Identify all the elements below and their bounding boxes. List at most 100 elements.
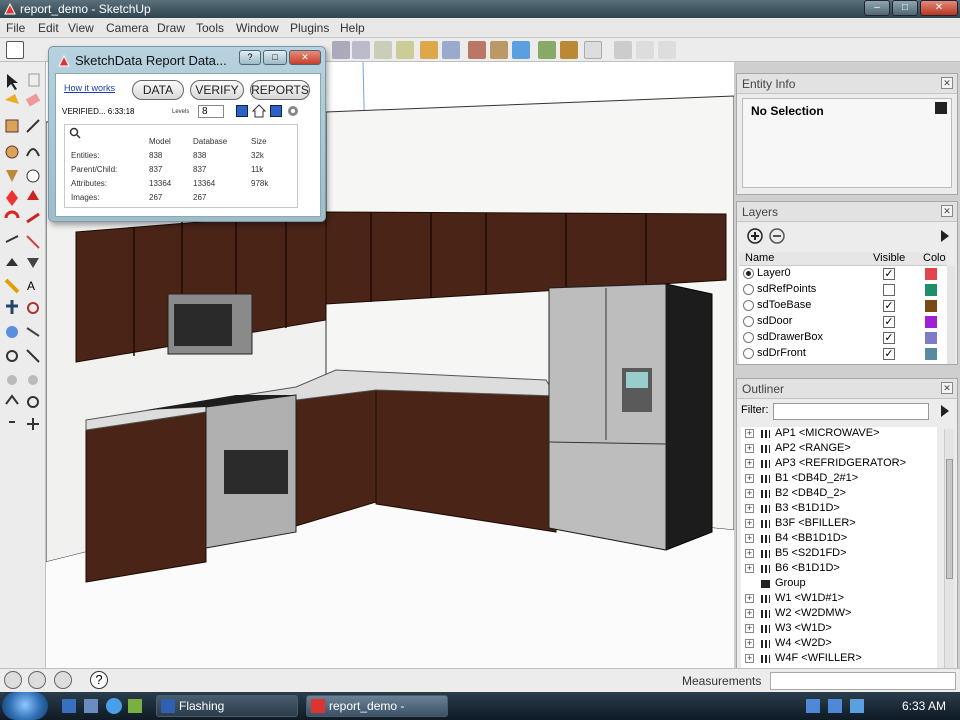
outliner-item-label[interactable]: B4 <BB1D1D> xyxy=(775,532,847,544)
user-icon[interactable] xyxy=(54,671,72,689)
outliner-item-label[interactable]: W3 <W1D> xyxy=(775,622,832,634)
visible-checkbox[interactable] xyxy=(883,284,895,296)
expand-icon[interactable]: + xyxy=(745,564,754,573)
filter-input[interactable] xyxy=(773,403,929,420)
menu-view[interactable]: View xyxy=(68,21,94,35)
close-icon[interactable]: ✕ xyxy=(941,77,953,89)
menu-window[interactable]: Window xyxy=(236,21,279,35)
help-icon[interactable]: ? xyxy=(90,671,108,689)
save-icon[interactable] xyxy=(270,105,282,117)
outliner-item[interactable]: + W3 <W1D> xyxy=(741,622,937,637)
credits-icon[interactable] xyxy=(28,671,46,689)
outliner-item-label[interactable]: AP1 <MICROWAVE> xyxy=(775,427,880,439)
network-icon[interactable] xyxy=(806,699,820,713)
layer-row[interactable]: sdDrFront ✓ xyxy=(739,346,947,362)
close-button[interactable]: ✕ xyxy=(920,0,958,16)
col-visible[interactable]: Visible xyxy=(873,252,905,264)
col-color[interactable]: Colo xyxy=(923,252,946,264)
collapse-icon[interactable] xyxy=(935,102,947,114)
menu-plugins[interactable]: Plugins xyxy=(290,21,329,35)
outliner-item[interactable]: + B3 <B1D1D> xyxy=(741,502,937,517)
paint-icon[interactable] xyxy=(442,41,460,59)
outliner-scrollbar[interactable] xyxy=(944,429,954,669)
expand-icon[interactable]: + xyxy=(745,534,754,543)
outliner-item[interactable]: + W2 <W2DMW> xyxy=(741,607,937,622)
outliner-item-label[interactable]: W1 <W1D#1> xyxy=(775,592,844,604)
orbit-icon[interactable] xyxy=(332,41,350,59)
layer-name[interactable]: sdDoor xyxy=(757,315,792,327)
volume-icon[interactable] xyxy=(828,699,842,713)
outliner-item[interactable]: + W1 <W1D#1> xyxy=(741,592,937,607)
reports-button[interactable]: REPORTS xyxy=(250,80,310,100)
how-it-works-link[interactable]: How it works xyxy=(64,83,115,93)
active-layer-radio[interactable] xyxy=(743,284,754,295)
remove-layer-icon[interactable] xyxy=(769,228,785,244)
layer-row[interactable]: sdRefPoints xyxy=(739,282,947,298)
top-view-icon[interactable] xyxy=(374,41,392,59)
iso-view-icon[interactable] xyxy=(352,41,370,59)
outliner-header[interactable]: Outliner ✕ xyxy=(737,379,957,399)
menu-help[interactable]: Help xyxy=(340,21,365,35)
expand-icon[interactable]: + xyxy=(745,594,754,603)
data-button[interactable]: DATA xyxy=(132,80,184,100)
share-icon[interactable] xyxy=(560,41,578,59)
active-layer-radio[interactable] xyxy=(743,332,754,343)
task-sketchup[interactable]: report_demo - Sketc... xyxy=(306,695,448,720)
dialog-restore-button[interactable]: □ xyxy=(263,50,287,65)
expand-icon[interactable]: + xyxy=(745,519,754,528)
person-icon[interactable] xyxy=(468,41,486,59)
expand-icon[interactable]: + xyxy=(745,474,754,483)
close-icon[interactable]: ✕ xyxy=(941,382,953,394)
layer-row[interactable]: Layer0 ✓ xyxy=(739,266,947,282)
outliner-item-label[interactable]: Group xyxy=(775,577,806,589)
expand-icon[interactable]: + xyxy=(745,609,754,618)
sandbox-icon[interactable] xyxy=(584,41,602,59)
layer-row[interactable]: sdDoor ✓ xyxy=(739,314,947,330)
details-arrow-icon[interactable] xyxy=(939,404,951,418)
active-layer-radio[interactable] xyxy=(743,316,754,327)
outliner-item[interactable]: + AP3 <REFRIDGERATOR> xyxy=(741,457,937,472)
walk-icon[interactable] xyxy=(490,41,508,59)
internet-explorer-icon[interactable] xyxy=(106,698,122,714)
active-layer-radio[interactable] xyxy=(743,300,754,311)
expand-icon[interactable]: + xyxy=(745,624,754,633)
maximize-button[interactable]: □ xyxy=(892,0,918,16)
outliner-item-label[interactable]: B5 <S2D1FD> xyxy=(775,547,847,559)
gear-icon[interactable] xyxy=(286,104,300,118)
layer-name[interactable]: sdDrawerBox xyxy=(757,331,823,343)
show-desktop-icon[interactable] xyxy=(62,699,76,713)
active-layer-radio[interactable] xyxy=(743,348,754,359)
geo-location-icon[interactable] xyxy=(4,671,22,689)
outliner-item[interactable]: + B1 <DB4D_2#1> xyxy=(741,472,937,487)
menu-draw[interactable]: Draw xyxy=(157,21,185,35)
layer-color-swatch[interactable] xyxy=(925,300,937,312)
layer-color-swatch[interactable] xyxy=(925,284,937,296)
visible-checkbox[interactable]: ✓ xyxy=(883,316,895,328)
layer-row[interactable]: sdToeBase ✓ xyxy=(739,298,947,314)
outliner-item[interactable]: + B2 <DB4D_2> xyxy=(741,487,937,502)
outliner-item[interactable]: + W4 <W2D> xyxy=(741,637,937,652)
outliner-item-label[interactable]: B1 <DB4D_2#1> xyxy=(775,472,858,484)
verify-button[interactable]: VERIFY xyxy=(190,80,244,100)
add-layer-icon[interactable] xyxy=(747,228,763,244)
layer-name[interactable]: sdRefPoints xyxy=(757,283,816,295)
outliner-item[interactable]: + AP2 <RANGE> xyxy=(741,442,937,457)
layer-color-swatch[interactable] xyxy=(925,348,937,360)
col-name[interactable]: Name xyxy=(745,252,774,264)
select-rect-icon[interactable] xyxy=(6,41,24,59)
expand-icon[interactable]: + xyxy=(745,654,754,663)
outliner-item-label[interactable]: B6 <B1D1D> xyxy=(775,562,840,574)
start-button[interactable] xyxy=(2,692,48,720)
outliner-item[interactable]: + AP1 <MICROWAVE> xyxy=(741,427,937,442)
outliner-item[interactable]: + B3F <BFILLER> xyxy=(741,517,937,532)
entity-info-header[interactable]: Entity Info ✕ xyxy=(737,74,957,94)
visible-checkbox[interactable]: ✓ xyxy=(883,348,895,360)
outliner-item-label[interactable]: W4 <W2D> xyxy=(775,637,832,649)
expand-icon[interactable]: + xyxy=(745,504,754,513)
layers-scrollbar[interactable] xyxy=(947,266,955,364)
outliner-item-label[interactable]: W2 <W2DMW> xyxy=(775,607,851,619)
outliner-item-label[interactable]: B2 <DB4D_2> xyxy=(775,487,846,499)
layer-color-swatch[interactable] xyxy=(925,268,937,280)
outliner-item[interactable]: + B5 <S2D1FD> xyxy=(741,547,937,562)
expand-icon[interactable]: + xyxy=(745,639,754,648)
